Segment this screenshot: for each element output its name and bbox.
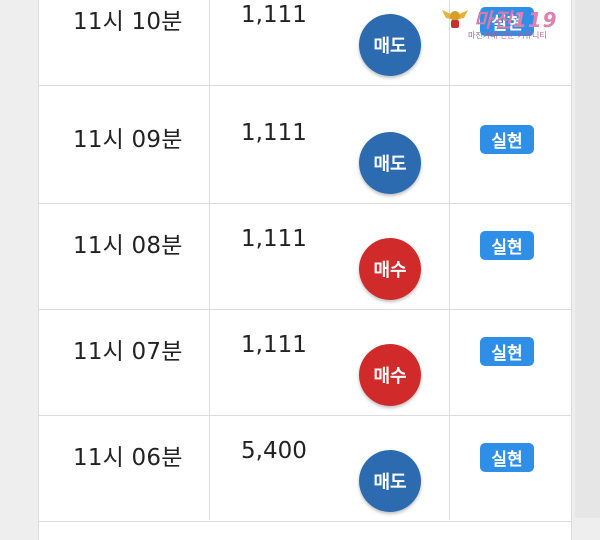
eagle-logo-icon: [442, 10, 468, 28]
trade-time: 11시 10분: [73, 9, 183, 35]
trade-price: 1,111: [241, 120, 307, 146]
buy-button[interactable]: 매수: [359, 344, 421, 406]
status-badge[interactable]: 실현: [480, 337, 534, 366]
table-row: 11시 07분 1,111 매수 실현: [39, 310, 571, 416]
trade-time: 11시 08분: [73, 233, 183, 259]
trade-time: 11시 06분: [73, 445, 183, 471]
trade-history-table: 11시 10분 1,111 매도 실현 11시 09분 1,111 매도 실현 …: [38, 0, 572, 540]
status-badge[interactable]: 실현: [480, 443, 534, 472]
watermark-subtitle: 마진거래 전문 커뮤니티: [468, 31, 547, 40]
sell-button[interactable]: 매도: [359, 14, 421, 76]
page-edge: [575, 0, 600, 518]
watermark-title: 마진119: [474, 8, 558, 32]
table-row: 11시 09분 1,111 매도 실현: [39, 98, 571, 204]
trade-time: 11시 07분: [73, 339, 183, 365]
trade-price: 1,111: [241, 226, 307, 252]
status-badge[interactable]: 실현: [480, 231, 534, 260]
table-row: 11시 06분 5,400 매도 실현: [39, 416, 571, 522]
watermark: 마진119 마진거래 전문 커뮤니티: [440, 4, 600, 44]
trade-price: 5,400: [241, 438, 307, 464]
buy-button[interactable]: 매수: [359, 238, 421, 300]
trade-time: 11시 09분: [73, 127, 183, 153]
sell-button[interactable]: 매도: [359, 450, 421, 512]
status-badge[interactable]: 실현: [480, 125, 534, 154]
trade-price: 1,111: [241, 332, 307, 358]
trade-price: 1,111: [241, 2, 307, 28]
sell-button[interactable]: 매도: [359, 132, 421, 194]
table-row: 11시 08분 1,111 매수 실현: [39, 204, 571, 310]
